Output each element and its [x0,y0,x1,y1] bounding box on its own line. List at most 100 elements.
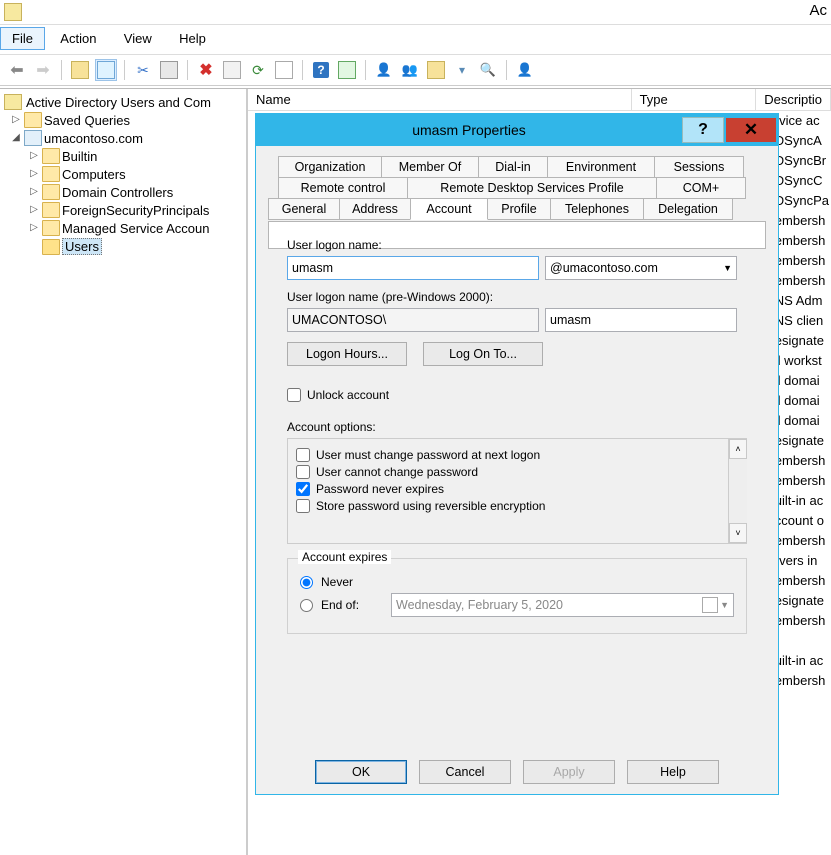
description-cell-fragment: ll domai [773,391,829,411]
tree-domain-controllers[interactable]: ▷ Domain Controllers [4,183,246,201]
tab-address[interactable]: Address [339,198,411,220]
cancel-button[interactable]: Cancel [419,760,511,784]
expander-collapsed-icon[interactable]: ▷ [10,114,22,125]
new-ou-button[interactable] [425,59,447,81]
find-button[interactable]: 🔍 [477,59,499,81]
tab-remote-control[interactable]: Remote control [278,177,408,199]
expander-collapsed-icon[interactable]: ▷ [28,204,40,215]
add-to-group-button[interactable]: 👤 [514,59,536,81]
delete-button[interactable]: ✖ [195,59,217,81]
close-icon: ✕ [744,120,758,140]
sam-account-input[interactable] [545,308,737,332]
copy-button[interactable] [158,59,180,81]
up-button[interactable] [69,59,91,81]
menu-view[interactable]: View [112,27,164,50]
menu-help[interactable]: Help [167,27,218,50]
logon-name-label: User logon name: [287,238,747,252]
tab-dial-in[interactable]: Dial-in [478,156,548,178]
new-group-button[interactable]: 👥 [399,59,421,81]
opt-cannot-change-checkbox[interactable] [296,465,310,479]
tree-pane[interactable]: Active Directory Users and Com ▷ Saved Q… [0,89,248,855]
scroll-down-icon[interactable]: ˅ [729,523,747,543]
upn-suffix-value: @umacontoso.com [550,261,658,275]
description-cell-fragment: embersh [773,271,829,291]
opt-label: Store password using reversible encrypti… [316,499,545,513]
tab-rds-profile[interactable]: Remote Desktop Services Profile [407,177,657,199]
expander-collapsed-icon[interactable]: ▷ [28,168,40,179]
tree-managed-service-accounts[interactable]: ▷ Managed Service Accoun [4,219,246,237]
scroll-up-icon[interactable]: ˄ [729,439,747,459]
tree-foreign-security-principals[interactable]: ▷ ForeignSecurityPrincipals [4,201,246,219]
export-button[interactable] [273,59,295,81]
opt-label: Password never expires [316,482,444,496]
tab-general[interactable]: General [268,198,340,220]
log-on-to-button[interactable]: Log On To... [423,342,543,366]
dialog-close-button[interactable]: ✕ [726,118,776,142]
show-hide-tree-button[interactable] [95,59,117,81]
tree-label: Builtin [62,149,97,164]
column-header-name[interactable]: Name [248,89,632,110]
tab-member-of[interactable]: Member Of [381,156,479,178]
options-scrollbar[interactable]: ˄ ˅ [728,439,747,543]
funnel-icon: ▾ [459,63,465,77]
expander-expanded-icon[interactable]: ◢ [10,132,22,143]
column-header-type[interactable]: Type [632,89,757,110]
ok-button[interactable]: OK [315,760,407,784]
description-cell-fragment: ll domai [773,371,829,391]
tab-environment[interactable]: Environment [547,156,655,178]
upn-prefix-input[interactable] [287,256,539,280]
expires-date-picker[interactable]: Wednesday, February 5, 2020 ▼ [391,593,734,617]
description-cell-fragment: ll workst [773,351,829,371]
tab-sessions[interactable]: Sessions [654,156,744,178]
run-button[interactable] [336,59,358,81]
menu-action[interactable]: Action [48,27,108,50]
folder-icon [42,166,60,182]
description-cell-fragment: uilt-in ac [773,491,829,511]
arrow-right-icon: ➡ [36,60,49,80]
expander-collapsed-icon[interactable]: ▷ [28,222,40,233]
tab-delegation[interactable]: Delegation [643,198,733,220]
opt-reversible-checkbox[interactable] [296,499,310,513]
opt-never-expires-checkbox[interactable] [296,482,310,496]
tab-profile[interactable]: Profile [487,198,551,220]
nav-back-button[interactable]: ⬅ [6,59,28,81]
expires-endof-label: End of: [321,598,383,612]
tab-account[interactable]: Account [410,198,488,220]
expires-endof-radio[interactable] [300,599,313,612]
tab-organization[interactable]: Organization [278,156,382,178]
help-button[interactable]: ? [310,59,332,81]
account-options-list[interactable]: User must change password at next logon … [287,438,747,544]
dialog-help-button[interactable]: ? [682,117,724,143]
tree-computers[interactable]: ▷ Computers [4,165,246,183]
description-cell-fragment: embersh [773,211,829,231]
tab-com-plus[interactable]: COM+ [656,177,746,199]
tab-telephones[interactable]: Telephones [550,198,644,220]
cut-button[interactable]: ✂ [132,59,154,81]
tree-users[interactable]: Users [4,237,246,256]
arrow-left-icon: ⬅ [10,60,23,80]
tree-saved-queries[interactable]: ▷ Saved Queries [4,111,246,129]
app-title-fragment: Ac [809,2,827,19]
description-cell-fragment: ll domai [773,411,829,431]
tree-root[interactable]: Active Directory Users and Com [4,93,246,111]
folder-icon [42,202,60,218]
tree-domain[interactable]: ◢ umacontoso.com [4,129,246,147]
logon-hours-button[interactable]: Logon Hours... [287,342,407,366]
unlock-account-checkbox[interactable] [287,388,301,402]
properties-button[interactable] [221,59,243,81]
refresh-button[interactable]: ⟳ [247,59,269,81]
help-button[interactable]: Help [627,760,719,784]
filter-button[interactable]: ▾ [451,59,473,81]
new-user-button[interactable]: 👤 [373,59,395,81]
nav-forward-button[interactable]: ➡ [32,59,54,81]
menu-file[interactable]: File [0,27,45,50]
upn-suffix-combo[interactable]: @umacontoso.com ▼ [545,256,737,280]
opt-must-change-checkbox[interactable] [296,448,310,462]
tree-builtin[interactable]: ▷ Builtin [4,147,246,165]
properties-icon [223,61,241,79]
expires-never-radio[interactable] [300,576,313,589]
expander-collapsed-icon[interactable]: ▷ [28,150,40,161]
column-header-description[interactable]: Descriptio [756,89,831,110]
expander-collapsed-icon[interactable]: ▷ [28,186,40,197]
dialog-titlebar[interactable]: umasm Properties ? ✕ [256,114,778,146]
